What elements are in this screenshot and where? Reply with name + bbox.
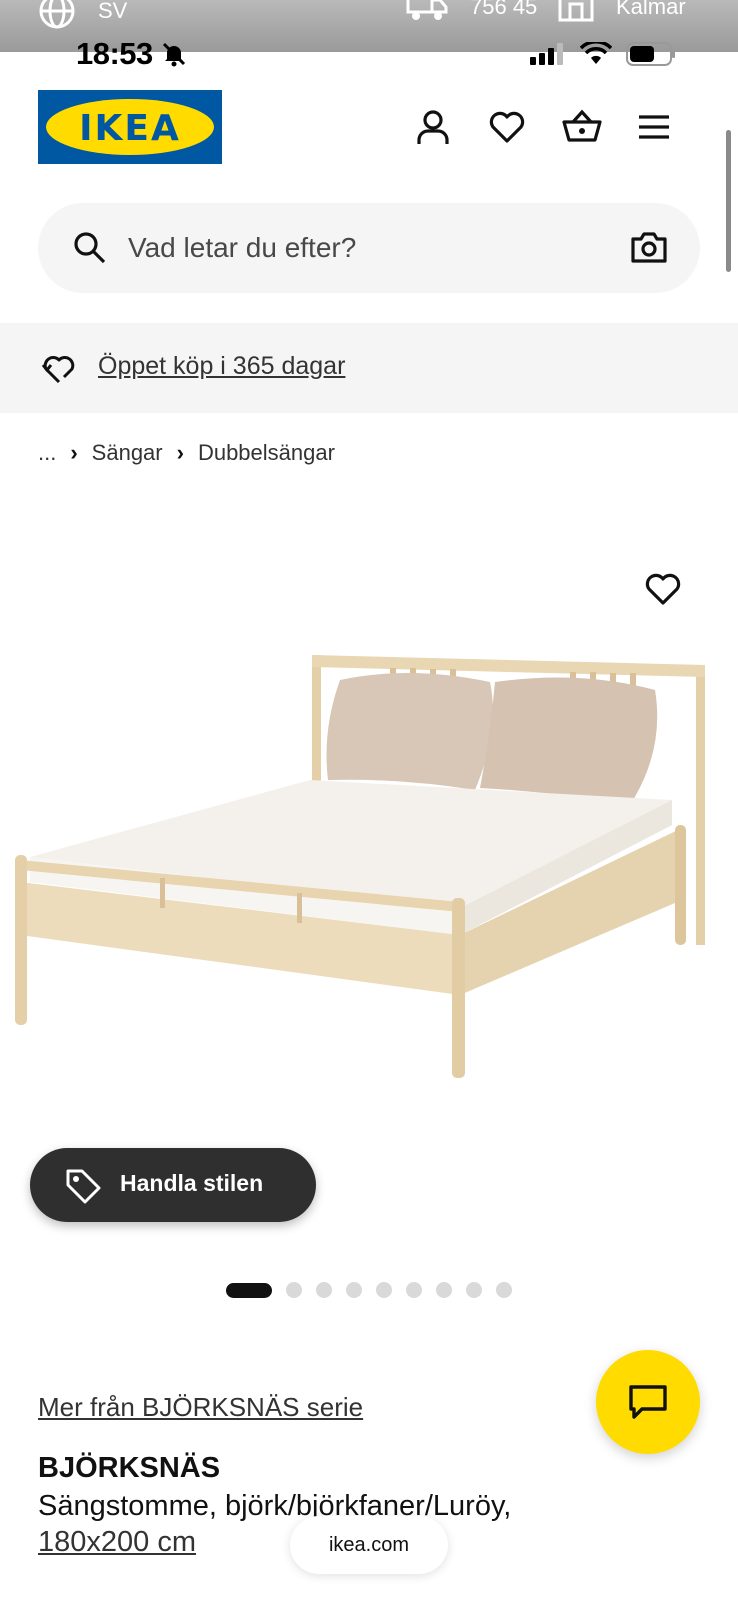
store-selector[interactable]: Kalmar [558,0,686,22]
chat-icon [629,1385,667,1419]
language-label: SV [98,0,128,23]
account-icon[interactable] [414,108,452,146]
status-time: 18:53 [76,36,187,72]
search-icon [74,232,106,264]
product-size-link[interactable]: 180x200 cm [38,1526,196,1559]
postal-code-label: 756 45 [470,0,538,19]
add-to-favourites-icon[interactable] [644,570,682,608]
return-policy-link[interactable]: Öppet köp i 365 dagar [98,352,345,381]
carousel-dot[interactable] [376,1282,392,1298]
carousel-dot[interactable] [346,1282,362,1298]
carousel-dot[interactable] [286,1282,302,1298]
store-icon [558,0,594,22]
product-image[interactable] [10,650,730,1110]
breadcrumb: ... › Sängar › Dubbelsängar [38,440,335,466]
breadcrumb-item-double-beds[interactable]: Dubbelsängar [198,440,335,466]
carousel-dot[interactable] [316,1282,332,1298]
shop-the-style-label: Handla stilen [120,1170,264,1196]
favourites-icon[interactable] [488,108,526,146]
chevron-right-icon: › [70,440,78,465]
postal-code-selector[interactable]: 756 45 [406,0,537,22]
wifi-icon [580,42,612,64]
carousel-dot-active[interactable] [226,1282,272,1298]
chat-button[interactable] [596,1350,700,1454]
status-bar: 18:53 [0,30,738,80]
store-label: Kalmar [616,0,686,19]
promo-banner: Öppet köp i 365 dagar [0,323,738,413]
scrollbar[interactable] [726,130,731,272]
cellular-signal-icon [530,43,563,65]
ikea-logo[interactable]: IKEA [38,90,222,164]
shop-the-style-button[interactable]: Handla stilen [30,1148,316,1222]
breadcrumb-ellipsis[interactable]: ... [38,440,56,466]
product-name: BJÖRKSNÄS [38,1452,221,1484]
browser-address-pill[interactable]: ikea.com [290,1516,448,1574]
camera-search-icon[interactable] [630,230,668,264]
carousel-dot[interactable] [436,1282,452,1298]
return-heart-icon [41,356,75,384]
battery-icon [626,42,675,66]
search-input[interactable] [128,227,588,269]
search-bar[interactable] [38,203,700,293]
product-description: Sängstomme, björk/björkfaner/Luröy, [38,1490,512,1522]
delivery-truck-icon [406,0,448,20]
breadcrumb-item-beds[interactable]: Sängar [92,440,163,466]
silent-bell-icon [162,42,185,67]
shopping-basket-icon[interactable] [562,108,602,146]
tag-icon [66,1169,101,1204]
menu-icon[interactable] [636,108,674,146]
carousel-dot[interactable] [496,1282,512,1298]
image-carousel-indicator[interactable] [226,1282,512,1298]
globe-icon [39,0,75,29]
series-link[interactable]: Mer från BJÖRKSNÄS serie [38,1392,363,1423]
site-header: IKEA [0,80,738,200]
chevron-right-icon: › [176,440,184,465]
carousel-dot[interactable] [406,1282,422,1298]
carousel-dot[interactable] [466,1282,482,1298]
language-selector[interactable]: SV [38,0,127,30]
